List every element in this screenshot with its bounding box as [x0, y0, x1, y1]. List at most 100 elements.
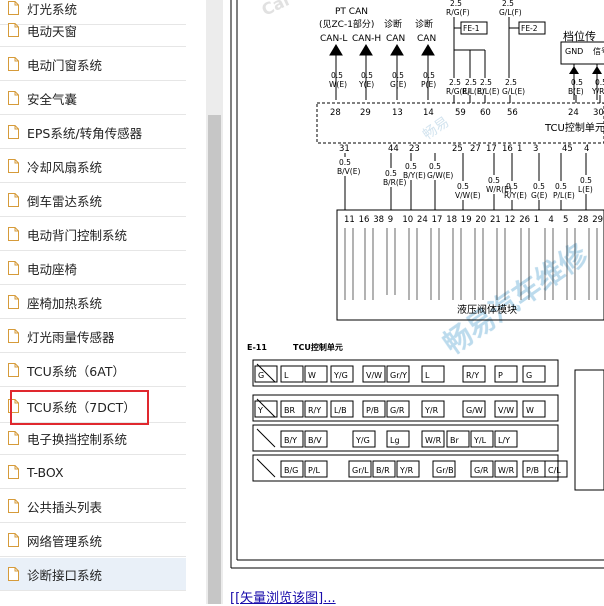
- svg-text:R/G(F): R/G(F): [446, 8, 470, 17]
- pin-number: 19: [461, 215, 472, 225]
- pin-number: 11: [344, 215, 355, 225]
- connector-pin-color: Y/G: [355, 436, 370, 445]
- document-icon: [8, 431, 19, 445]
- can-l-label: CAN-L: [320, 34, 347, 44]
- pin-number: 17: [432, 215, 443, 225]
- svg-text:2.5: 2.5: [502, 0, 514, 8]
- pin-number: 56: [507, 108, 518, 118]
- wire-size: 0.5: [429, 162, 441, 171]
- sidebar-item[interactable]: 诊断接口系统: [0, 558, 186, 591]
- connector-pin-color: B/V: [308, 436, 322, 445]
- zc-ref-label: (见ZC-1部分): [319, 18, 374, 30]
- sidebar-item-label: 冷却风扇系统: [27, 159, 103, 175]
- fuse-fe1-label: FE-1: [463, 24, 480, 33]
- svg-text:G/L(F): G/L(F): [499, 8, 522, 17]
- connector-pin-color: G: [258, 371, 264, 380]
- document-icon: [8, 159, 19, 173]
- connector-pin-color: W: [308, 371, 316, 380]
- connector-pin-color: R/Y: [308, 406, 321, 415]
- connector-pin-color: P: [498, 371, 503, 380]
- diag-can-label: CAN: [386, 34, 405, 44]
- pin-number: 26: [519, 215, 530, 225]
- pin-number: 24: [568, 108, 579, 118]
- sidebar-item[interactable]: TCU系统（6AT）: [0, 354, 186, 387]
- sidebar-item[interactable]: 电子换挡控制系统: [0, 422, 186, 455]
- document-icon: [8, 91, 19, 105]
- sidebar-item[interactable]: 公共插头列表: [0, 490, 186, 523]
- wire-color: G/L(E): [502, 87, 525, 96]
- sidebar-item[interactable]: 安全气囊: [0, 82, 186, 115]
- sidebar-item-label: T-BOX: [27, 464, 64, 480]
- document-icon: [8, 465, 19, 479]
- connector-pin-color: L/B: [334, 406, 347, 415]
- pin-number: 16: [502, 144, 513, 154]
- document-icon: [8, 125, 19, 139]
- pin-number: 17: [486, 144, 497, 154]
- scrollbar-thumb[interactable]: [208, 115, 221, 604]
- document-icon: [8, 57, 19, 71]
- pin-number: 4: [548, 215, 553, 225]
- sidebar-item-label: 诊断接口系统: [27, 567, 103, 583]
- sidebar-item[interactable]: 冷却风扇系统: [0, 150, 186, 183]
- document-icon: [8, 23, 19, 37]
- pin-number: 14: [423, 108, 434, 118]
- sidebar-item-label: EPS系统/转角传感器: [27, 125, 143, 141]
- vector-view-link-row: [[矢量浏览该图]...: [230, 587, 336, 606]
- pin-number: 31: [339, 144, 350, 154]
- sidebar-item-label: TCU系统（6AT）: [27, 363, 125, 379]
- sidebar-item[interactable]: EPS系统/转角传感器: [0, 116, 186, 149]
- connector-title: TCU控制单元: [293, 342, 343, 352]
- sidebar-item[interactable]: 灯光雨量传感器: [0, 320, 186, 353]
- diag-can-label: 诊断: [415, 18, 433, 30]
- pin-number: 5: [563, 215, 568, 225]
- connector-pin-color: V/W: [366, 371, 382, 380]
- sidebar-item[interactable]: 电动天窗: [0, 14, 186, 47]
- sidebar-item[interactable]: T-BOX: [0, 456, 186, 489]
- connector-pin-color: BR: [284, 406, 295, 415]
- tcu-bottom-pins: 31 44 23 25 27 17 16 1 3 45 4: [339, 144, 589, 154]
- connector-pin-color: B/R: [376, 466, 390, 475]
- wire-size: 0.5: [405, 162, 417, 171]
- wire-size: 0.5: [361, 71, 373, 80]
- wire-size: 0.5: [506, 182, 518, 191]
- signal-label: 信号: [593, 46, 604, 56]
- connector-pin-color: G/R: [390, 406, 405, 415]
- document-icon: [8, 1, 19, 15]
- sidebar-item-label: 灯光雨量传感器: [27, 329, 115, 345]
- pin-number: 27: [470, 144, 481, 154]
- sidebar-item[interactable]: 电动座椅: [0, 252, 186, 285]
- lower-wires: 0.5B/V(E) 0.5B/R(E)0.5B/Y(E)0.5G/W(E)0.5V…: [337, 153, 593, 210]
- connector-pin-color: Lg: [390, 436, 400, 445]
- sidebar-item-label: 电动天窗: [27, 23, 78, 39]
- connector-pin-color: C/L: [548, 466, 561, 475]
- wire-size: 0.5: [457, 182, 469, 191]
- sidebar-item-label: 公共插头列表: [27, 499, 103, 515]
- wire-size: 2.5: [449, 78, 461, 87]
- connector-pin-color: R/Y: [466, 371, 479, 380]
- pin-number: 1: [534, 215, 539, 225]
- wire-size: 0.5: [595, 78, 604, 87]
- top-wire-labels: 0.5W(E)0.5Y(E)0.5G(E)0.5P(E): [329, 71, 436, 89]
- connector-pin-color: P/B: [526, 466, 539, 475]
- wire-color: B/V(E): [337, 167, 360, 176]
- wire-color: G/W(E): [427, 171, 453, 180]
- document-icon: [8, 261, 19, 275]
- connector-pin-color: P/B: [366, 406, 379, 415]
- sidebar-item[interactable]: 座椅加热系统: [0, 286, 186, 319]
- sidebar-item[interactable]: 网络管理系统: [0, 524, 186, 557]
- connector-pin-color: L: [425, 371, 430, 380]
- connector-pin-color: W/R: [498, 466, 515, 475]
- sidebar-item[interactable]: 倒车雷达系统: [0, 184, 186, 217]
- sidebar-item[interactable]: 电动背门控制系统: [0, 218, 186, 251]
- connector-pin-color: Y/R: [399, 466, 414, 475]
- module-label: 液压阀体模块: [457, 303, 517, 316]
- document-icon: [8, 567, 19, 581]
- watermark-text: Car: [259, 0, 295, 20]
- pin-number: 20: [475, 215, 486, 225]
- connector-pin-color: Y/L: [473, 436, 487, 445]
- watermark-text: 畅易汽车维修: [437, 237, 594, 361]
- wire-size: 0.5: [385, 169, 397, 178]
- sidebar-item[interactable]: 电动门窗系统: [0, 48, 186, 81]
- pin-number: 1: [517, 144, 522, 154]
- pin-number: 30: [593, 108, 604, 118]
